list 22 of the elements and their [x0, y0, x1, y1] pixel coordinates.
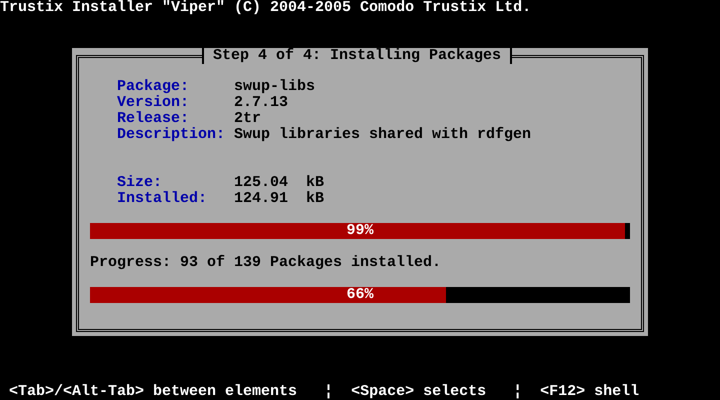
field-value: swup-libs — [234, 79, 316, 95]
installer-title: Trustix Installer "Viper" (C) 2004-2005 Comodo Trustix Ltd. — [0, 0, 532, 16]
field-value: 2.7.13 — [234, 95, 288, 111]
dialog-title: Step 4 of 4: Installing Packages — [202, 48, 512, 64]
progress-percent: 99% — [346, 223, 374, 239]
key-hint: <Space> selects — [351, 384, 486, 400]
field-label: Release: — [117, 111, 190, 127]
field-value: 2tr — [234, 111, 262, 127]
field-value: 124.91 kB — [234, 191, 324, 207]
separator: ¦ — [324, 384, 334, 400]
field-value: Swup libraries shared with rdfgen — [234, 127, 532, 143]
key-hint: <Tab>/<Alt-Tab> between elements — [9, 384, 298, 400]
field-label: Version: — [117, 95, 190, 111]
field-label: Installed: — [117, 191, 208, 207]
key-hint: <F12> shell — [540, 384, 640, 400]
progress-percent: 66% — [346, 287, 374, 303]
separator: ¦ — [513, 384, 522, 400]
field-label: Size: — [117, 175, 164, 191]
field-label: Description: — [117, 127, 226, 143]
progress-text: Progress: 93 of 139 Packages installed. — [90, 254, 442, 271]
field-value: 125.04 kB — [234, 175, 324, 191]
field-label: Package: — [117, 79, 190, 95]
